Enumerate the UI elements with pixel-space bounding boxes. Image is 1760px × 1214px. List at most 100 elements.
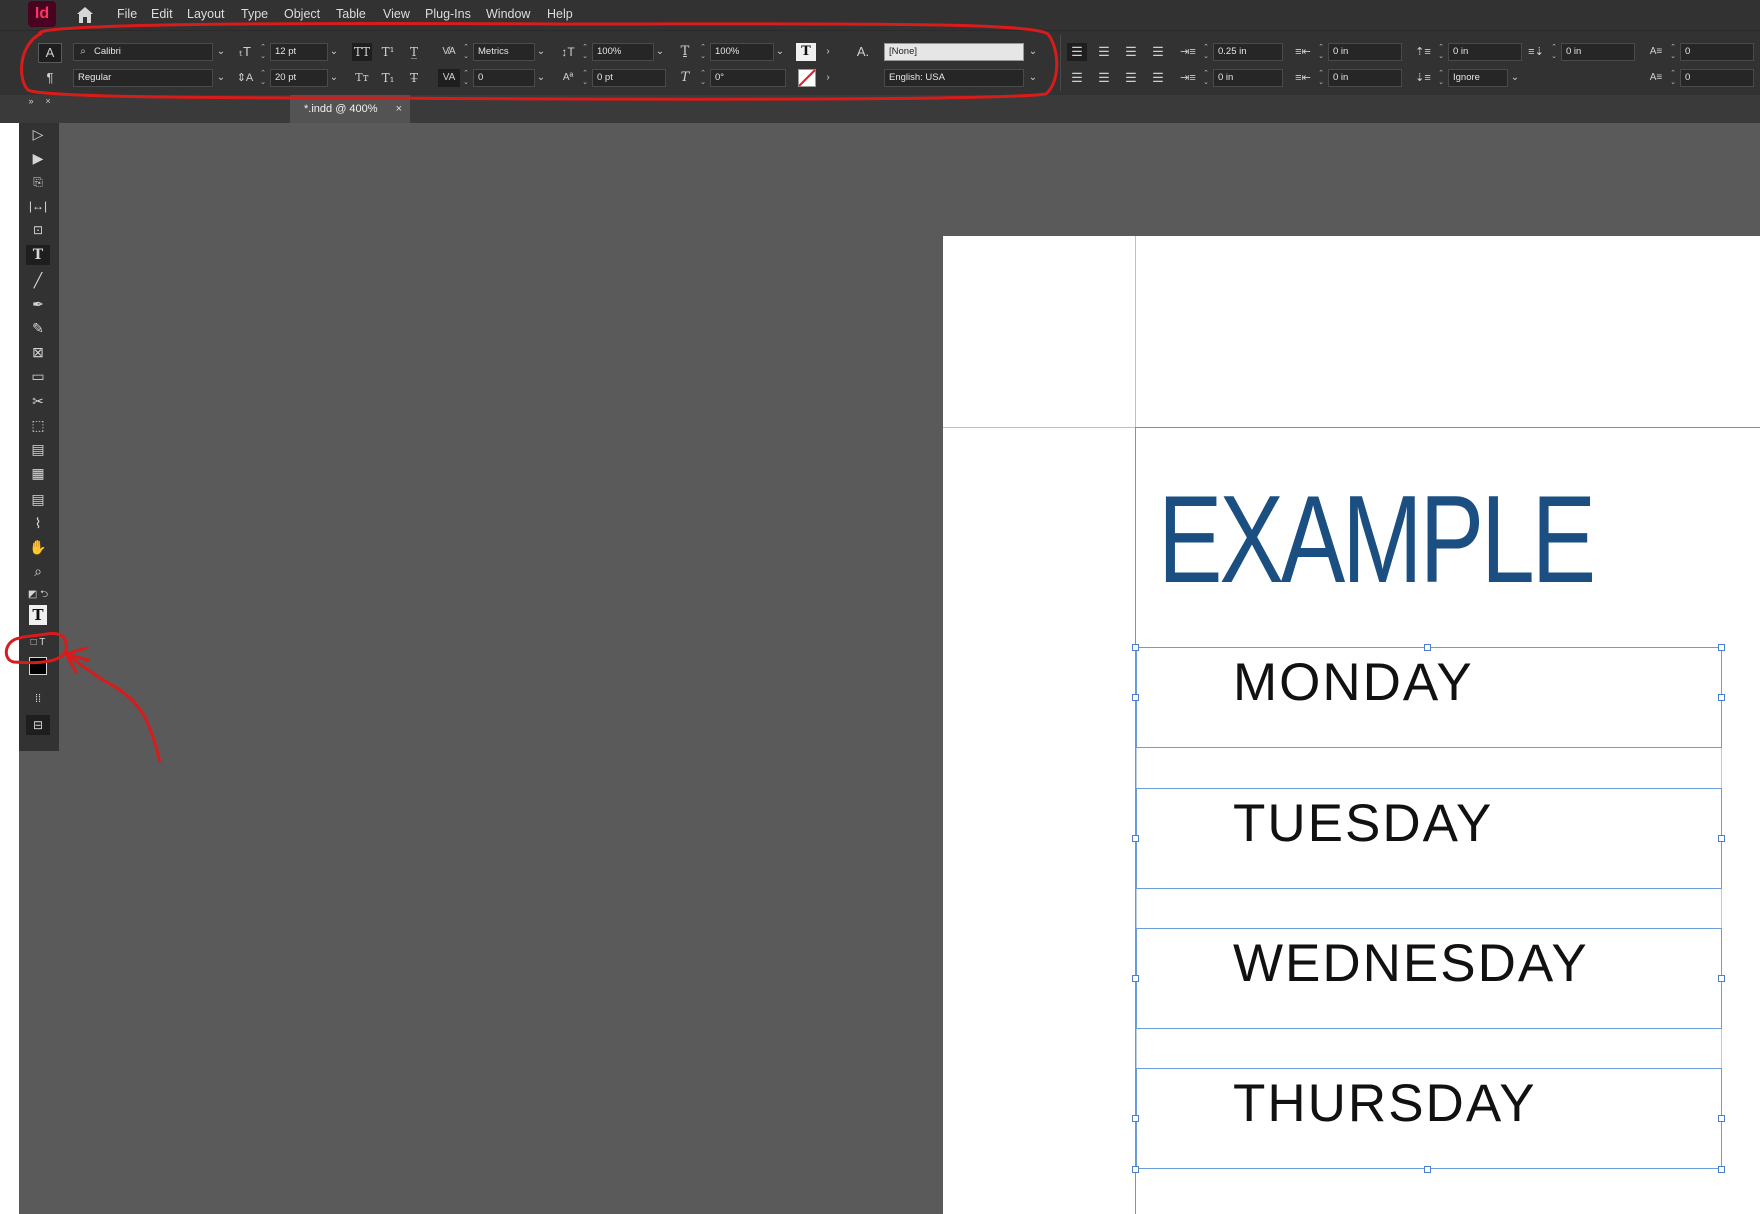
- pencil-tool-icon[interactable]: ✎: [26, 318, 50, 338]
- font-size-dropdown[interactable]: ⌄: [327, 43, 341, 61]
- gradient-feather-tool-icon[interactable]: ▦: [26, 463, 50, 483]
- text-frame-tuesday[interactable]: TUESDAY: [1136, 788, 1722, 889]
- horizontal-scale-field[interactable]: 100%: [710, 43, 774, 61]
- selection-handle[interactable]: [1718, 644, 1725, 651]
- menu-file[interactable]: File: [117, 7, 137, 21]
- selection-handle[interactable]: [1718, 1166, 1725, 1173]
- drop-cap-lines-field[interactable]: 0: [1680, 43, 1754, 61]
- selection-handle[interactable]: [1132, 1166, 1139, 1173]
- selection-handle[interactable]: [1132, 694, 1139, 701]
- rectangle-frame-tool-icon[interactable]: ⊠: [26, 342, 50, 362]
- screen-mode-icon[interactable]: ⁞⁞: [26, 689, 50, 709]
- justify-all-icon[interactable]: ☰: [1121, 69, 1141, 87]
- skew-field[interactable]: 0°: [710, 69, 786, 87]
- selection-handle[interactable]: [1718, 975, 1725, 982]
- align-right-icon[interactable]: ☰: [1121, 43, 1141, 61]
- menu-view[interactable]: View: [383, 7, 410, 21]
- leading-stepper[interactable]: ⌃ ⌄: [258, 69, 268, 87]
- home-icon[interactable]: [76, 6, 94, 24]
- first-line-indent-field[interactable]: 0 in: [1213, 69, 1283, 87]
- baseline-shift-field[interactable]: 0 pt: [592, 69, 666, 87]
- content-collector-icon[interactable]: ⊡: [26, 220, 50, 240]
- fill-more-arrow[interactable]: ›: [822, 43, 834, 61]
- stroke-none-swatch[interactable]: [798, 69, 816, 87]
- left-indent-field[interactable]: 0.25 in: [1213, 43, 1283, 61]
- all-caps-icon[interactable]: TT: [352, 43, 372, 61]
- align-to-grid-field[interactable]: Ignore: [1448, 69, 1508, 87]
- menu-layout[interactable]: Layout: [187, 7, 225, 21]
- eyedropper-tool-icon[interactable]: ⌇: [26, 513, 50, 533]
- drop-cap-lines-stepper[interactable]: ⌃ ⌄: [1668, 43, 1678, 61]
- formatting-affects-container-icon[interactable]: □ T: [26, 633, 50, 653]
- page-heading[interactable]: EXAMPLE: [1158, 478, 1596, 602]
- horizontal-scale-dropdown[interactable]: ⌄: [773, 43, 787, 61]
- skew-stepper[interactable]: ⌃ ⌄: [698, 69, 708, 87]
- font-size-stepper[interactable]: ⌃ ⌄: [258, 43, 268, 61]
- space-after-stepper[interactable]: ⌃ ⌄: [1549, 43, 1559, 61]
- underline-icon[interactable]: T̲: [404, 43, 424, 61]
- close-panel-icon[interactable]: ×: [42, 95, 54, 107]
- vertical-scale-dropdown[interactable]: ⌄: [653, 43, 667, 61]
- first-line-indent-stepper[interactable]: ⌃ ⌄: [1201, 69, 1211, 87]
- font-size-field[interactable]: 12 pt: [270, 43, 328, 61]
- gap-tool-icon[interactable]: |↔|: [26, 196, 50, 216]
- menu-help[interactable]: Help: [547, 7, 573, 21]
- document-tab[interactable]: *.indd @ 400% ×: [290, 95, 410, 123]
- stroke-more-arrow[interactable]: ›: [822, 69, 834, 87]
- font-style-dropdown[interactable]: ⌄: [214, 69, 228, 87]
- direct-selection-tool-icon[interactable]: ▶: [26, 148, 50, 168]
- free-transform-tool-icon[interactable]: ⬚: [26, 415, 50, 435]
- kerning-field[interactable]: Metrics: [473, 43, 535, 61]
- selection-handle[interactable]: [1132, 1115, 1139, 1122]
- expand-panel-icon[interactable]: »: [24, 95, 38, 107]
- horizontal-scale-stepper[interactable]: ⌃ ⌄: [698, 43, 708, 61]
- space-after-field[interactable]: 0 in: [1561, 43, 1635, 61]
- align-center-icon[interactable]: ☰: [1094, 43, 1114, 61]
- view-mode-icon[interactable]: [29, 657, 47, 675]
- tracking-stepper[interactable]: ⌃ ⌄: [461, 69, 471, 87]
- zoom-tool-icon[interactable]: ⌕: [26, 561, 50, 581]
- note-tool-icon[interactable]: ▤: [26, 489, 50, 509]
- gradient-swatch-tool-icon[interactable]: ▤: [26, 439, 50, 459]
- tracking-dropdown[interactable]: ⌄: [534, 69, 548, 87]
- text-frame-monday[interactable]: MONDAY: [1136, 647, 1722, 748]
- hand-tool-icon[interactable]: ✋: [26, 537, 50, 557]
- scissors-tool-icon[interactable]: ✂: [26, 391, 50, 411]
- right-indent-stepper[interactable]: ⌃ ⌄: [1316, 43, 1326, 61]
- text-fill-swatch[interactable]: T: [796, 43, 816, 61]
- line-tool-icon[interactable]: ╱: [26, 270, 50, 290]
- menu-window[interactable]: Window: [486, 7, 530, 21]
- space-before-field[interactable]: 0 in: [1448, 43, 1522, 61]
- space-before-stepper[interactable]: ⌃ ⌄: [1436, 43, 1446, 61]
- tracking-field[interactable]: 0: [473, 69, 535, 87]
- selection-handle[interactable]: [1718, 694, 1725, 701]
- menu-plugins[interactable]: Plug-Ins: [425, 7, 471, 21]
- default-fill-stroke-icon[interactable]: ◩ ⮌: [26, 585, 50, 605]
- language-field[interactable]: English: USA: [884, 69, 1024, 87]
- font-family-field[interactable]: Calibri: [73, 43, 213, 61]
- font-style-field[interactable]: Regular: [73, 69, 213, 87]
- justify-center-icon[interactable]: ☰: [1094, 69, 1114, 87]
- kerning-dropdown[interactable]: ⌄: [534, 43, 548, 61]
- superscript-icon[interactable]: T¹: [378, 43, 398, 61]
- align-left-icon[interactable]: ☰: [1067, 43, 1087, 61]
- selection-handle[interactable]: [1424, 1166, 1431, 1173]
- pen-tool-icon[interactable]: ✒: [26, 294, 50, 314]
- language-dropdown[interactable]: ⌄: [1026, 69, 1040, 87]
- justify-left-icon[interactable]: ☰: [1067, 69, 1087, 87]
- selection-handle[interactable]: [1718, 1115, 1725, 1122]
- text-frame-wednesday[interactable]: WEDNESDAY: [1136, 928, 1722, 1029]
- selection-handle[interactable]: [1132, 975, 1139, 982]
- align-towards-spine-icon[interactable]: ☰: [1148, 43, 1168, 61]
- font-family-dropdown[interactable]: ⌄: [214, 43, 228, 61]
- last-line-indent-field[interactable]: 0 in: [1328, 69, 1402, 87]
- character-mode-button[interactable]: A: [38, 43, 62, 63]
- menu-object[interactable]: Object: [284, 7, 320, 21]
- kerning-stepper[interactable]: ⌃ ⌄: [461, 43, 471, 61]
- page-tool-icon[interactable]: ⎘: [26, 172, 50, 192]
- align-away-spine-icon[interactable]: ☰: [1148, 69, 1168, 87]
- left-indent-stepper[interactable]: ⌃ ⌄: [1201, 43, 1211, 61]
- rectangle-tool-icon[interactable]: ▭: [26, 366, 50, 386]
- selection-handle[interactable]: [1718, 835, 1725, 842]
- selection-tool-icon[interactable]: ▷: [26, 124, 50, 144]
